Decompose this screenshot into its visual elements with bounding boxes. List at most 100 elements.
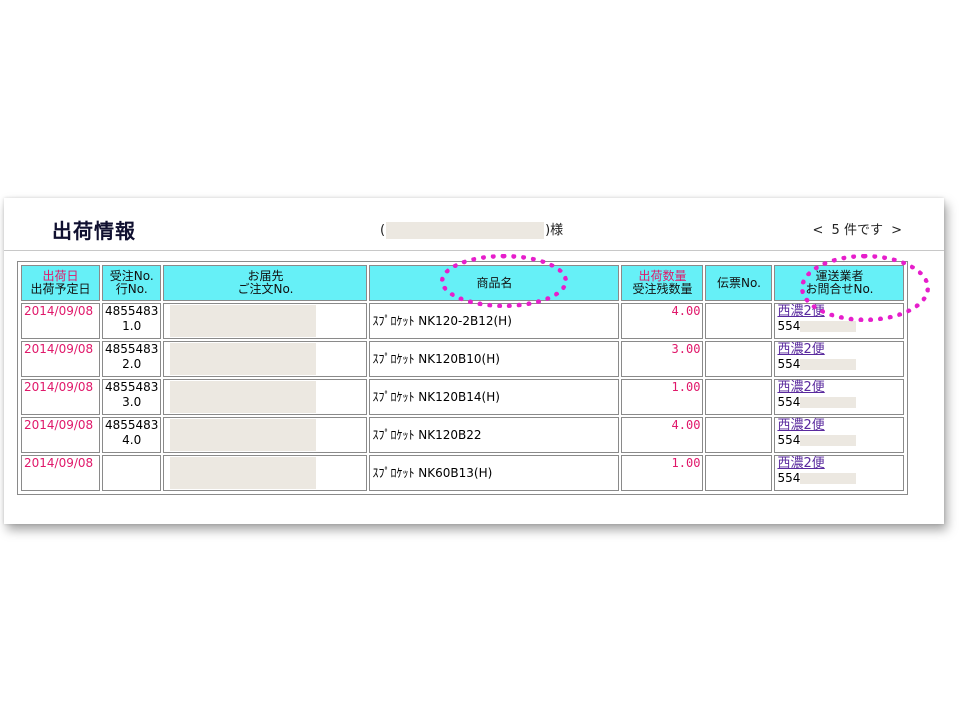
header-destination: お届先 ご注文No. xyxy=(163,265,368,301)
quantity-cell: 3.00 xyxy=(621,341,704,377)
slip-no-cell xyxy=(705,417,773,453)
carrier-link[interactable]: 西濃2便 xyxy=(777,342,901,357)
prev-page-link[interactable]: < xyxy=(809,223,828,238)
inquiry-no-prefix: 554 xyxy=(777,433,801,447)
carrier-cell: 西濃2便 554 xyxy=(774,379,905,415)
order-no-cell: 4855483 3.0 xyxy=(102,379,162,415)
table-header-row: 出荷日 出荷予定日 受注No. 行No. お届先 ご注文No. 商品名 出荷数量 xyxy=(21,265,905,301)
ship-date-cell: 2014/09/08 xyxy=(21,303,100,339)
carrier-cell: 西濃2便 554 xyxy=(774,417,905,453)
product-name-cell: ｽﾌﾟﾛｹｯﾄ NK60B13(H) xyxy=(369,455,620,491)
inquiry-no-prefix: 554 xyxy=(777,357,801,371)
order-no: 4855483 xyxy=(105,304,159,318)
header-dest-line1: お届先 xyxy=(247,269,284,283)
header-carrier-line1: 運送業者 xyxy=(815,269,864,283)
carrier-link[interactable]: 西濃2便 xyxy=(777,304,901,319)
destination-redacted xyxy=(170,457,317,489)
inquiry-no-redacted xyxy=(800,397,857,408)
header-order-line1: 受注No. xyxy=(109,269,154,283)
table-row: 2014/09/08 4855483 1.0 ｽﾌﾟﾛｹｯﾄ NK120-2B1… xyxy=(21,303,905,339)
shipping-table-wrapper: 出荷日 出荷予定日 受注No. 行No. お届先 ご注文No. 商品名 出荷数量 xyxy=(17,261,909,495)
slip-no-cell xyxy=(705,379,773,415)
header-ship-date-line1: 出荷日 xyxy=(42,269,79,283)
inquiry-no: 554 xyxy=(777,319,901,334)
line-no: 1.0 xyxy=(122,319,142,333)
destination-redacted xyxy=(170,419,317,451)
line-no: 2.0 xyxy=(122,357,142,371)
inquiry-no: 554 xyxy=(777,471,901,486)
customer-suffix: )様 xyxy=(545,223,564,238)
ship-date-cell: 2014/09/08 xyxy=(21,417,100,453)
shipping-table: 出荷日 出荷予定日 受注No. 行No. お届先 ご注文No. 商品名 出荷数量 xyxy=(19,263,906,493)
header-carrier-line2: お問合せNo. xyxy=(805,282,874,296)
product-name-cell: ｽﾌﾟﾛｹｯﾄ NK120B10(H) xyxy=(369,341,620,377)
destination-cell xyxy=(163,417,368,453)
slip-no-cell xyxy=(705,455,773,491)
slip-no-cell xyxy=(705,341,773,377)
table-row: 2014/09/08 4855483 4.0 ｽﾌﾟﾛｹｯﾄ NK120B22 … xyxy=(21,417,905,453)
record-count-nav: < 5 件です > xyxy=(809,219,907,238)
inquiry-no: 554 xyxy=(777,357,901,372)
customer-name: ( )様 xyxy=(380,219,563,239)
order-no: 4855483 xyxy=(105,380,159,394)
header-dest-line2: ご注文No. xyxy=(237,282,294,296)
destination-redacted xyxy=(170,305,317,337)
destination-cell xyxy=(163,303,368,339)
product-name-cell: ｽﾌﾟﾛｹｯﾄ NK120B22 xyxy=(369,417,620,453)
table-row: 2014/09/08 4855483 2.0 ｽﾌﾟﾛｹｯﾄ NK120B10(… xyxy=(21,341,905,377)
quantity-cell: 4.00 xyxy=(621,417,704,453)
header-quantity: 出荷数量 受注残数量 xyxy=(621,265,704,301)
header-slip-no: 伝票No. xyxy=(705,265,773,301)
product-name-cell: ｽﾌﾟﾛｹｯﾄ NK120-2B12(H) xyxy=(369,303,620,339)
slip-no-cell xyxy=(705,303,773,339)
header-ship-date-line2: 出荷予定日 xyxy=(30,282,91,296)
header-product: 商品名 xyxy=(369,265,620,301)
carrier-link[interactable]: 西濃2便 xyxy=(777,456,901,471)
quantity-cell: 1.00 xyxy=(621,379,704,415)
header-order-line2: 行No. xyxy=(115,282,148,296)
ship-date-cell: 2014/09/08 xyxy=(21,379,100,415)
panel-header: 出荷情報 ( )様 < 5 件です > xyxy=(4,198,944,251)
destination-cell xyxy=(163,379,368,415)
order-no-cell xyxy=(102,455,162,491)
quantity-cell: 1.00 xyxy=(621,455,704,491)
product-name-cell: ｽﾌﾟﾛｹｯﾄ NK120B14(H) xyxy=(369,379,620,415)
order-no-cell: 4855483 1.0 xyxy=(102,303,162,339)
header-qty-line1: 出荷数量 xyxy=(638,269,687,283)
destination-redacted xyxy=(170,343,317,375)
header-qty-line2: 受注残数量 xyxy=(632,282,693,296)
inquiry-no-redacted xyxy=(800,435,857,446)
ship-date-cell: 2014/09/08 xyxy=(21,341,100,377)
inquiry-no: 554 xyxy=(777,433,901,448)
next-page-link[interactable]: > xyxy=(887,223,906,238)
quantity-cell: 4.00 xyxy=(621,303,704,339)
inquiry-no-redacted xyxy=(800,359,857,370)
carrier-link[interactable]: 西濃2便 xyxy=(777,418,901,433)
line-no: 4.0 xyxy=(122,433,142,447)
header-order-no: 受注No. 行No. xyxy=(102,265,162,301)
carrier-cell: 西濃2便 554 xyxy=(774,303,905,339)
inquiry-no-prefix: 554 xyxy=(777,395,801,409)
destination-redacted xyxy=(170,381,317,413)
inquiry-no-prefix: 554 xyxy=(777,471,801,485)
inquiry-no-prefix: 554 xyxy=(777,319,801,333)
record-count: 5 件です xyxy=(831,223,883,238)
carrier-link[interactable]: 西濃2便 xyxy=(777,380,901,395)
header-ship-date: 出荷日 出荷予定日 xyxy=(21,265,100,301)
line-no: 3.0 xyxy=(122,395,142,409)
header-carrier: 運送業者 お問合せNo. xyxy=(774,265,905,301)
ship-date-cell: 2014/09/08 xyxy=(21,455,100,491)
carrier-cell: 西濃2便 554 xyxy=(774,341,905,377)
order-no: 4855483 xyxy=(105,418,159,432)
inquiry-no: 554 xyxy=(777,395,901,410)
order-no-cell: 4855483 2.0 xyxy=(102,341,162,377)
page-title: 出荷情報 xyxy=(52,219,136,243)
shipping-info-panel: 出荷情報 ( )様 < 5 件です > 出荷日 出荷予定日 受注No. 行No. … xyxy=(4,198,944,524)
table-row: 2014/09/08 ｽﾌﾟﾛｹｯﾄ NK60B13(H) 1.00 西濃2便 … xyxy=(21,455,905,491)
carrier-cell: 西濃2便 554 xyxy=(774,455,905,491)
inquiry-no-redacted xyxy=(800,473,857,484)
inquiry-no-redacted xyxy=(800,321,857,332)
destination-cell xyxy=(163,341,368,377)
customer-open-paren: ( xyxy=(380,223,386,238)
customer-name-redacted xyxy=(386,222,545,239)
